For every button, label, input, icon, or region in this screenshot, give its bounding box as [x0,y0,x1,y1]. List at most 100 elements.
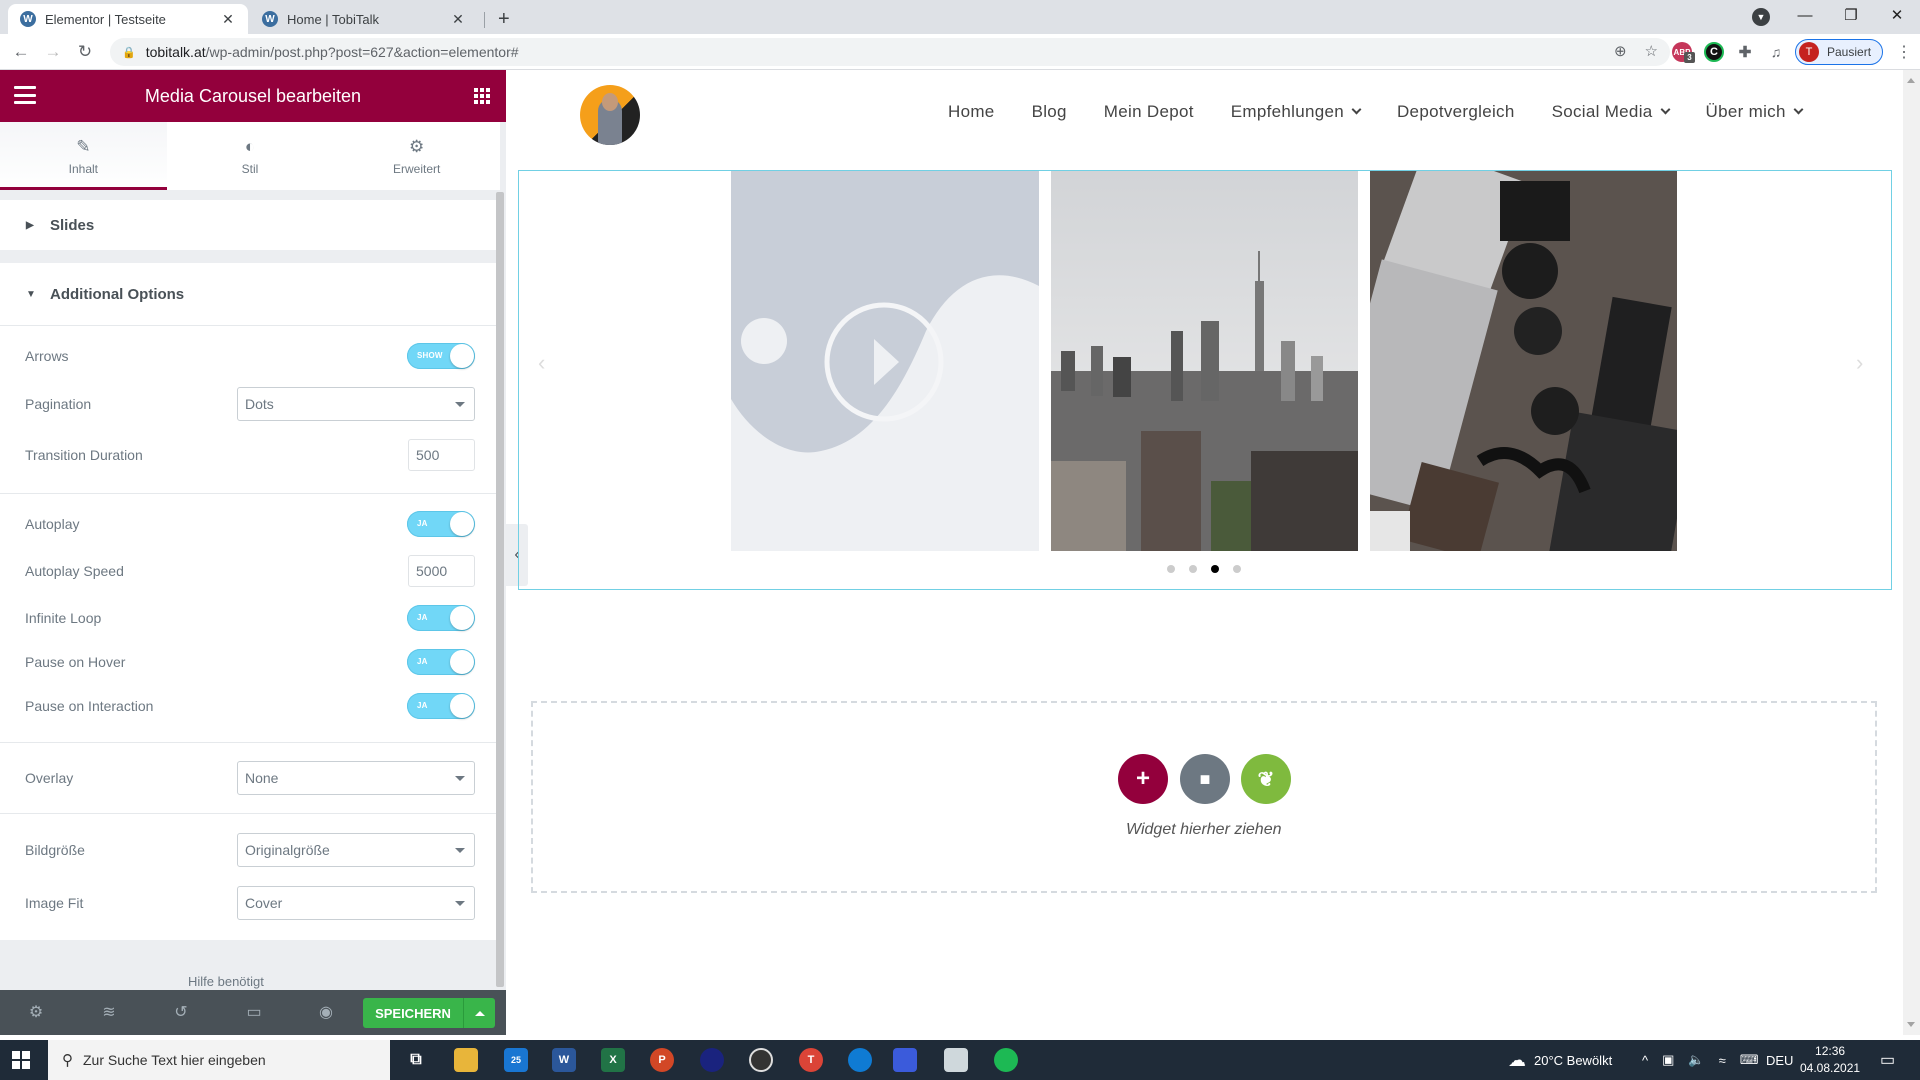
media-control-icon[interactable]: ♫ [1766,42,1786,62]
select-value: Originalgröße [245,842,330,858]
nav-ueber-mich[interactable]: Über mich [1706,102,1804,122]
taskbar-search[interactable]: ⚲ Zur Suche Text hier eingeben [48,1040,390,1080]
nav-depotvergleich[interactable]: Depotvergleich [1397,102,1515,122]
pause-on-interaction-toggle[interactable]: JA [407,693,475,719]
restore-button[interactable]: ❐ [1828,0,1874,30]
volume-icon[interactable]: 🔈 [1688,1052,1704,1068]
back-icon[interactable]: ← [10,41,32,63]
widgets-grid-icon[interactable] [474,88,490,104]
infinite-loop-toggle[interactable]: JA [407,605,475,631]
word-icon[interactable]: W [552,1048,576,1072]
preview-eye-icon[interactable]: ◉ [314,1002,338,1022]
tab-search-icon[interactable]: ▼ [1752,8,1770,26]
keyboard-icon[interactable]: ⌨ [1740,1052,1759,1068]
help-link[interactable]: Hilfe benötigt [188,974,264,989]
tray-expand-icon[interactable]: ^ [1642,1053,1648,1068]
address-bar[interactable]: 🔒 tobitalk.at/wp-admin/post.php?post=627… [110,38,1670,66]
wifi-icon[interactable]: ≈ [1719,1053,1726,1068]
section-slides[interactable]: ▶ Slides [0,200,500,250]
app-icon[interactable] [893,1048,917,1072]
obs-icon[interactable] [749,1048,773,1072]
nav-empfehlungen[interactable]: Empfehlungen [1231,102,1362,122]
option-label: Image Fit [25,895,84,911]
weather-widget[interactable]: ☁ 20°C Bewölkt [1508,1040,1612,1080]
overlay-select[interactable]: None [237,761,475,795]
nav-mein-depot[interactable]: Mein Depot [1104,102,1194,122]
reload-icon[interactable]: ↻ [74,41,96,63]
task-view-icon[interactable]: ⧉ [404,1048,428,1072]
envato-kit-button[interactable]: ❦ [1241,754,1291,804]
mail-icon[interactable]: 25 [504,1048,528,1072]
camera-icon[interactable]: ▣ [1662,1052,1674,1068]
carousel-slide-city-skyline[interactable] [1051,171,1358,551]
section-additional-options[interactable]: ▼ Additional Options [0,263,500,325]
autoplay-speed-input[interactable]: 5000 [408,555,475,587]
browser-tab-bar: W Elementor | Testseite ✕ W Home | TobiT… [0,0,1920,34]
profile-button[interactable]: T Pausiert [1795,39,1883,65]
tab-stil[interactable]: ◐ Stil [167,122,334,190]
carousel-slide-video-placeholder[interactable] [731,171,1039,551]
add-template-button[interactable]: ■ [1180,754,1230,804]
carousel-slide-camera-desk[interactable] [1370,171,1677,551]
app-icon[interactable] [700,1048,724,1072]
image-fit-select[interactable]: Cover [237,886,475,920]
notifications-icon[interactable]: ▭ [1880,1040,1895,1080]
select-value: None [245,770,279,786]
transition-duration-input[interactable]: 500 [408,439,475,471]
minimize-button[interactable]: — [1782,0,1828,30]
notepad-icon[interactable] [944,1048,968,1072]
save-options-button[interactable] [463,998,495,1028]
panel-scrollbar[interactable] [496,192,504,987]
file-explorer-icon[interactable] [454,1048,478,1072]
edge-icon[interactable] [848,1048,872,1072]
pagination-dot[interactable] [1233,565,1241,573]
pagination-dot-active[interactable] [1211,565,1219,573]
new-tab-button[interactable]: + [498,4,510,34]
browser-tab-elementor[interactable]: W Elementor | Testseite ✕ [8,4,248,34]
autoplay-toggle[interactable]: JA [407,511,475,537]
extensions-puzzle-icon[interactable]: ✚ [1735,42,1755,62]
arrows-toggle[interactable]: SHOW [407,343,475,369]
carousel-next-arrow-icon[interactable]: › [1856,350,1863,376]
clock[interactable]: 12:36 04.08.2021 [1800,1043,1860,1077]
nav-home[interactable]: Home [948,102,995,122]
windows-start-icon[interactable] [12,1051,30,1069]
close-tab-icon[interactable]: ✕ [220,11,236,28]
nav-blog[interactable]: Blog [1032,102,1067,122]
site-logo[interactable] [580,85,640,145]
responsive-mode-icon[interactable]: ▭ [242,1002,266,1022]
navigator-layers-icon[interactable]: ≋ [97,1002,121,1022]
option-arrows: Arrows SHOW [0,326,500,386]
chrome-icon[interactable]: T [799,1048,823,1072]
tab-erweitert[interactable]: ⚙ Erweitert [333,122,500,190]
excel-icon[interactable]: X [601,1048,625,1072]
pause-on-hover-toggle[interactable]: JA [407,649,475,675]
powerpoint-icon[interactable]: P [650,1048,674,1072]
tab-inhalt[interactable]: ✎ Inhalt [0,122,167,190]
image-size-select[interactable]: Originalgröße [237,833,475,867]
preview-scrollbar[interactable] [1903,70,1920,1035]
carousel-prev-arrow-icon[interactable]: ‹ [538,350,545,376]
language-indicator[interactable]: DEU [1766,1040,1793,1080]
nav-social-media[interactable]: Social Media [1552,102,1670,122]
settings-gear-icon[interactable]: ⚙ [24,1002,48,1022]
close-tab-icon[interactable]: ✕ [450,11,466,28]
zoom-icon[interactable]: ⊕ [1614,42,1627,60]
pagination-dot[interactable] [1189,565,1197,573]
add-section-button[interactable]: + [1118,754,1168,804]
spotify-icon[interactable] [994,1048,1018,1072]
grammarly-extension-icon[interactable]: C [1704,42,1724,62]
pagination-dot[interactable] [1167,565,1175,573]
browser-tab-home[interactable]: W Home | TobiTalk ✕ [250,4,478,34]
option-label: Transition Duration [25,447,143,463]
browser-menu-icon[interactable]: ⋮ [1896,42,1912,62]
pagination-select[interactable]: Dots [237,387,475,421]
forward-icon[interactable]: → [42,41,64,63]
save-button[interactable]: SPEICHERN [363,998,463,1028]
bookmark-star-icon[interactable]: ☆ [1645,42,1658,60]
close-window-button[interactable]: ✕ [1874,0,1920,30]
hamburger-menu-icon[interactable] [14,86,36,104]
additional-options: Arrows SHOW Pagination Dots Transition D… [0,325,500,940]
history-icon[interactable]: ↺ [169,1002,193,1022]
caret-right-icon: ▶ [26,219,34,231]
